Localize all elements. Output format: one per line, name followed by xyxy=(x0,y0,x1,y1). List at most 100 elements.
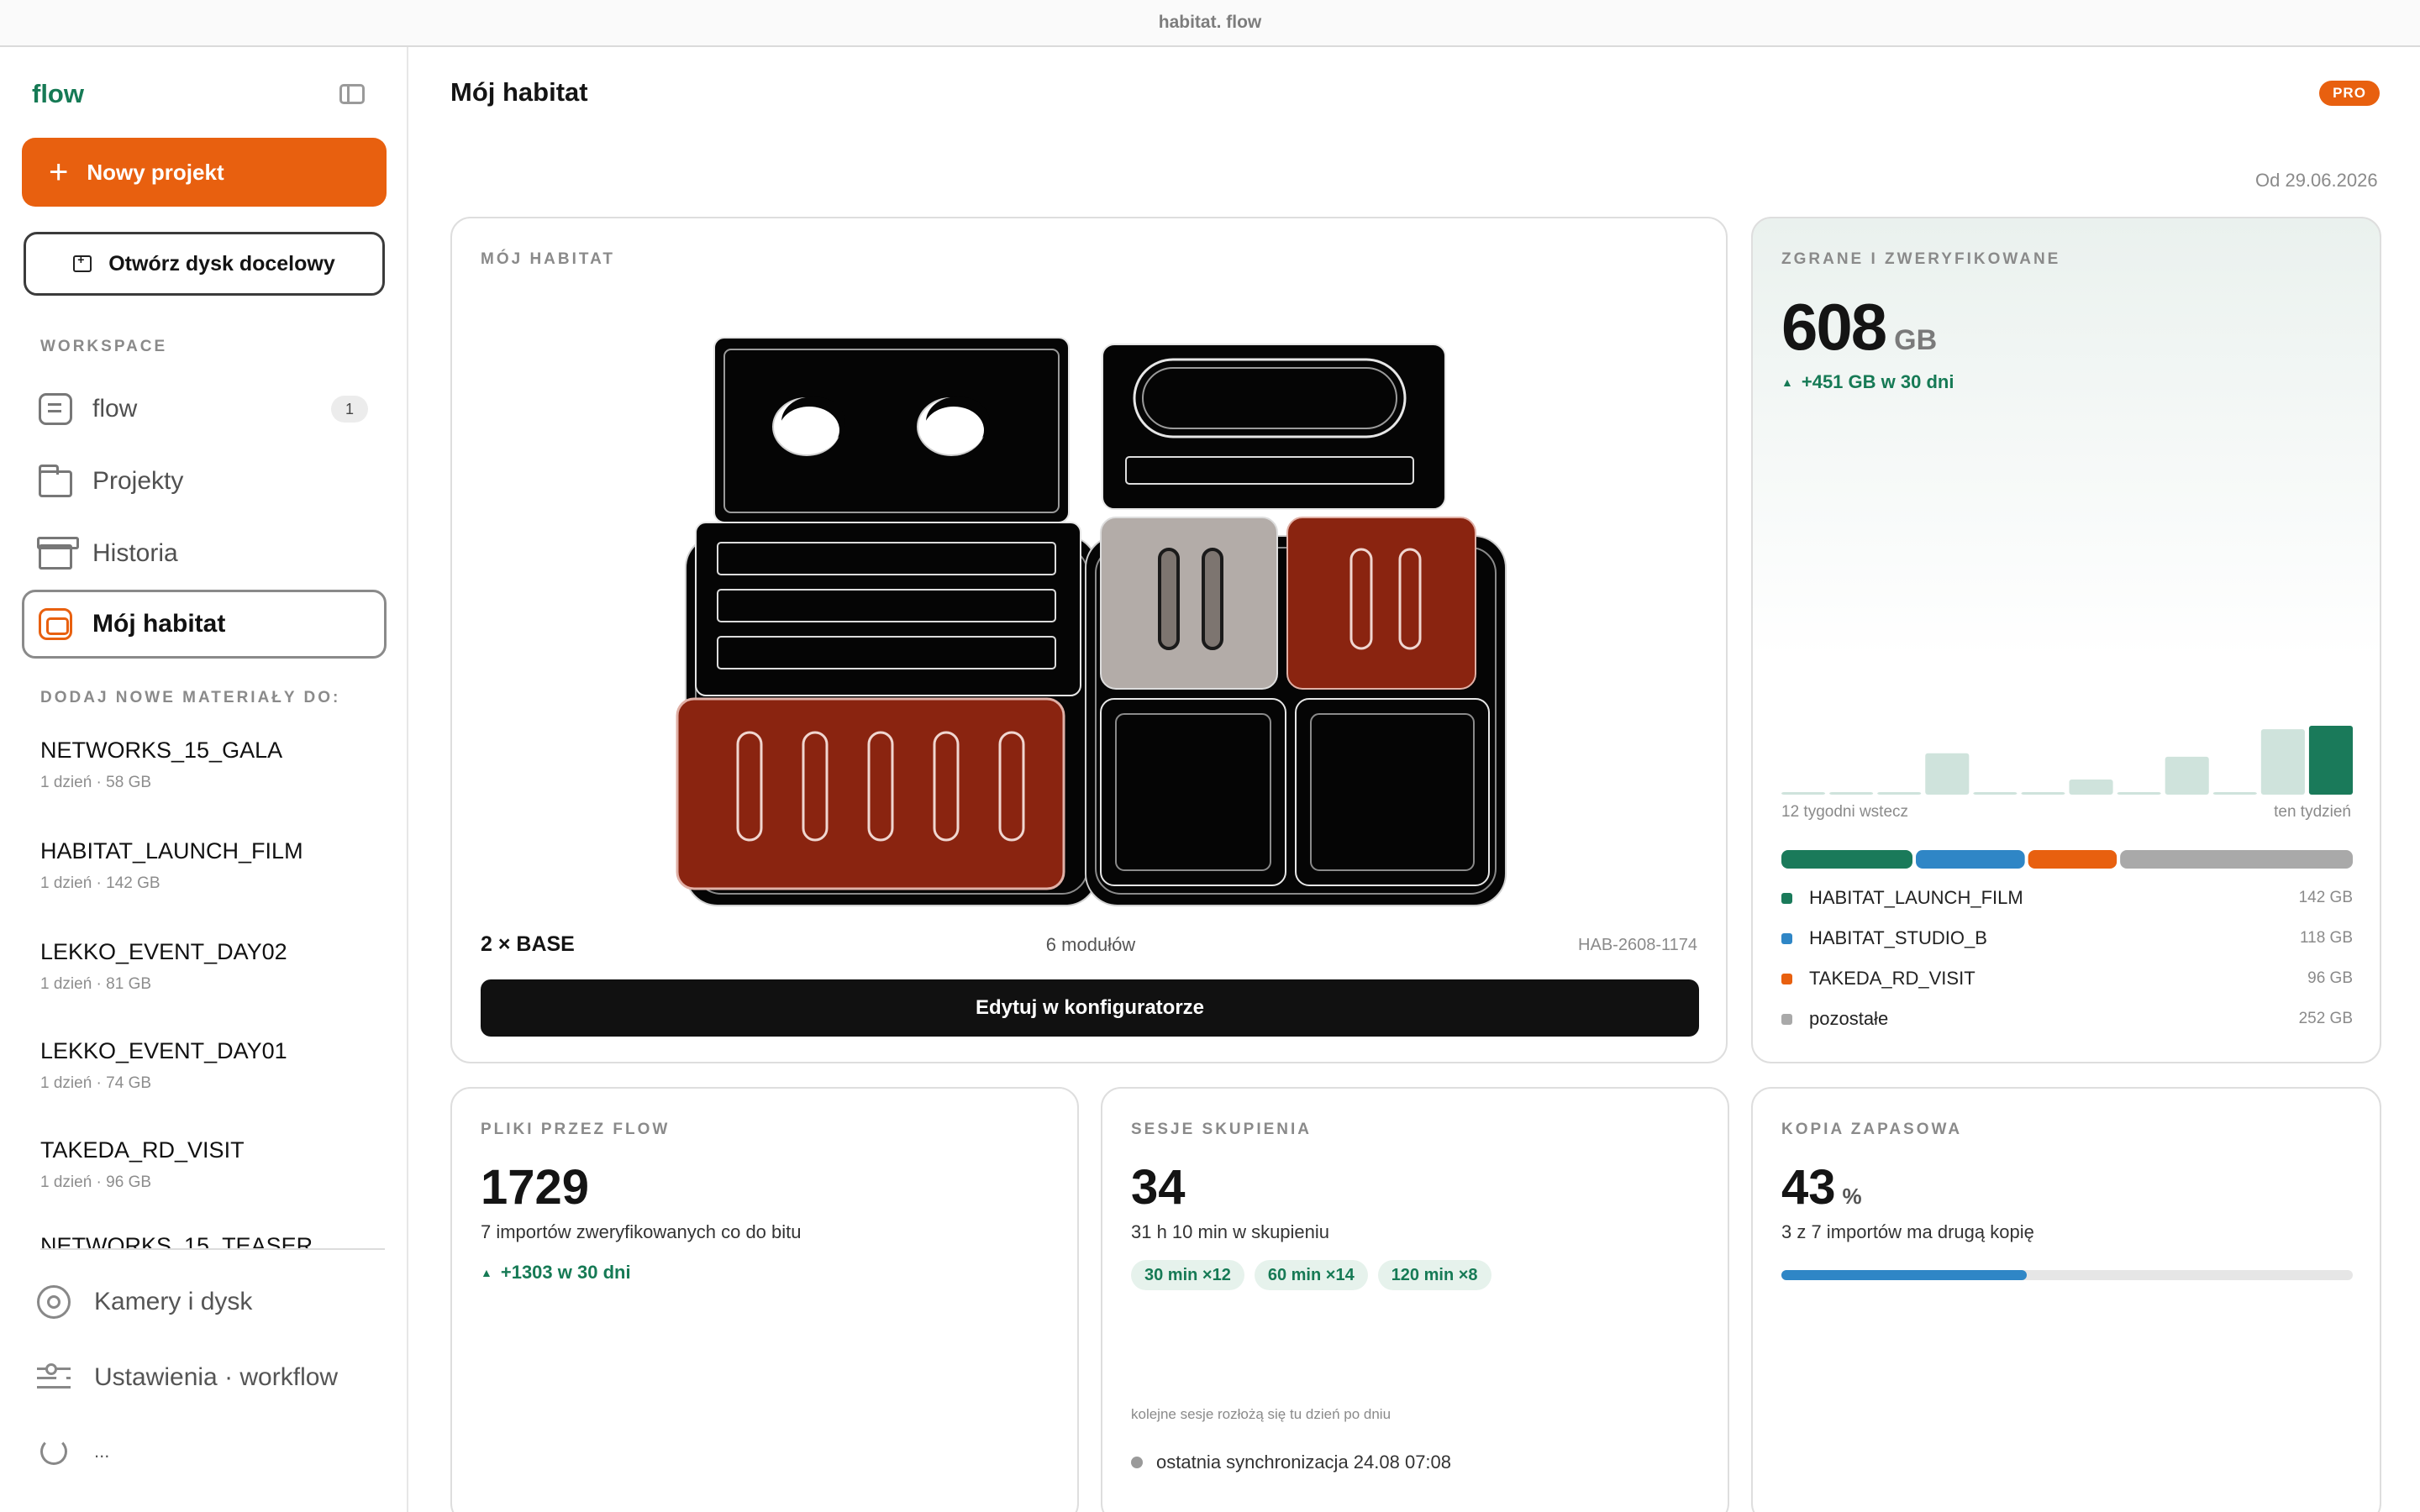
breakdown-segment xyxy=(1781,850,1913,869)
project-meta: 1 dzień · 96 GB xyxy=(40,1173,152,1191)
habitat-card: MÓJ HABITAT 2 × BASE 6 modułów HAB-2608-… xyxy=(450,217,1728,1063)
chart-end-label: ten tydzień xyxy=(2274,803,2351,821)
legend-value: 118 GB xyxy=(2299,929,2353,947)
sessions-note: kolejne sesje rozłożą się tu dzień po dn… xyxy=(1131,1406,1392,1422)
weekly-bar-chart xyxy=(1781,726,2353,795)
sessions-card: SESJE SKUPIENIA 34 31 h 10 min w skupien… xyxy=(1101,1087,1729,1512)
storage-delta: ▲ +451 GB w 30 dni xyxy=(1781,371,1954,393)
workspace-title: WORKSPACE xyxy=(40,338,168,355)
legend-dot xyxy=(1781,1013,1792,1025)
backup-progress-track xyxy=(1781,1270,2353,1280)
project-meta: 1 dzień · 58 GB xyxy=(40,774,152,791)
edit-configurator-button[interactable]: Edytuj w konfiguratorze xyxy=(481,979,1699,1037)
since-date: Od 29.06.2026 xyxy=(2255,170,2378,191)
folder-add-icon xyxy=(73,253,92,272)
module-count: 6 modułów xyxy=(1045,934,1136,955)
open-disk-label: Otwórz dysk docelowy xyxy=(108,251,335,276)
week-bar xyxy=(2212,792,2257,795)
week-bar xyxy=(2117,792,2161,795)
sidebar-item-label: Historia xyxy=(92,539,178,567)
project-item[interactable]: TAKEDA_RD_VISIT 1 dzień · 96 GB xyxy=(40,1137,245,1192)
sidebar-item-moj-habitat[interactable]: Mój habitat xyxy=(22,590,387,659)
project-item-clipped[interactable]: NETWORKS_15_TEASER xyxy=(40,1233,313,1248)
week-bar xyxy=(2260,729,2305,795)
sync-info-label: ostatnia synchronizacja 24.08 07:08 xyxy=(1156,1452,1452,1473)
sync-label: ... xyxy=(94,1441,110,1462)
archive-icon xyxy=(37,537,79,570)
card-label: ZGRANE I ZWERYFIKOWANE xyxy=(1781,250,2061,268)
sessions-value: 34 xyxy=(1131,1160,1186,1215)
legend-name: pozostałe xyxy=(1809,1008,1889,1029)
storage-value: 608 xyxy=(1781,290,1887,364)
sidebar-item-flow[interactable]: flow 1 xyxy=(22,375,387,444)
cameras-disk-label: Kamery i dysk xyxy=(94,1288,253,1315)
legend-row: HABITAT_LAUNCH_FILM 142 GB xyxy=(1781,887,2353,909)
window-title: habitat. flow xyxy=(0,0,2420,47)
week-bar xyxy=(1925,753,1970,795)
session-pills: 30 min ×12 60 min ×14 120 min ×8 xyxy=(1131,1260,1502,1290)
project-meta: 1 dzień · 74 GB xyxy=(40,1074,152,1092)
card-label: SESJE SKUPIENIA xyxy=(1131,1121,1312,1138)
legend-name: HABITAT_LAUNCH_FILM xyxy=(1809,887,2023,908)
session-pill: 60 min ×14 xyxy=(1254,1260,1368,1290)
week-bar xyxy=(1829,792,1874,795)
legend-name: HABITAT_STUDIO_B xyxy=(1809,927,1987,948)
legend-row: pozostałe 252 GB xyxy=(1781,1008,2353,1030)
cameras-disk-link[interactable]: Kamery i dysk xyxy=(37,1285,252,1319)
sidebar-item-historia[interactable]: Historia xyxy=(22,519,387,588)
legend-dot xyxy=(1781,932,1792,944)
legend-value: 252 GB xyxy=(2298,1010,2353,1027)
card-label: MÓJ HABITAT xyxy=(481,250,616,268)
session-pill: 30 min ×12 xyxy=(1131,1260,1244,1290)
count-badge: 1 xyxy=(331,396,368,423)
card-label: PLIKI PRZEZ FLOW xyxy=(481,1121,671,1138)
files-card: PLIKI PRZEZ FLOW 1729 7 importów zweryfi… xyxy=(450,1087,1079,1512)
week-bar xyxy=(2308,726,2353,795)
project-name: LEKKO_EVENT_DAY01 xyxy=(40,1038,287,1063)
sync-info: ostatnia synchronizacja 24.08 07:08 xyxy=(1131,1452,1451,1473)
new-project-button[interactable]: + Nowy projekt xyxy=(22,138,387,207)
project-item[interactable]: NETWORKS_15_GALA 1 dzień · 58 GB xyxy=(40,738,282,792)
sidebar-toggle-icon[interactable] xyxy=(339,84,365,104)
open-disk-button[interactable]: Otwórz dysk docelowy xyxy=(24,232,385,296)
sidebar-item-label: Projekty xyxy=(92,467,184,495)
files-sub: 7 importów zweryfikowanych co do bitu xyxy=(481,1221,802,1242)
page-title: Mój habitat xyxy=(450,77,588,107)
project-item[interactable]: HABITAT_LAUNCH_FILM 1 dzień · 142 GB xyxy=(40,838,303,893)
session-pill: 120 min ×8 xyxy=(1377,1260,1491,1290)
pro-badge: PRO xyxy=(2319,81,2380,106)
backup-card: KOPIA ZAPASOWA 43 % 3 z 7 importów ma dr… xyxy=(1751,1087,2381,1512)
camera-icon xyxy=(37,1285,71,1319)
project-meta: 1 dzień · 142 GB xyxy=(40,874,160,892)
files-value: 1729 xyxy=(481,1160,590,1215)
week-bar xyxy=(1781,792,1826,795)
backup-progress-fill xyxy=(1781,1270,2028,1280)
project-item[interactable]: LEKKO_EVENT_DAY02 1 dzień · 81 GB xyxy=(40,939,287,994)
sidebar-item-projekty[interactable]: Projekty xyxy=(22,447,387,516)
plus-icon: + xyxy=(49,154,69,191)
backup-value: 43 xyxy=(1781,1160,1836,1215)
files-delta-label: +1303 w 30 dni xyxy=(500,1262,631,1283)
week-bar xyxy=(1877,792,1922,795)
folder-icon xyxy=(39,465,72,497)
project-name: HABITAT_LAUNCH_FILM xyxy=(40,838,303,864)
week-bar xyxy=(2165,756,2209,795)
habitat-right-base xyxy=(1085,344,1507,906)
breakdown-segment xyxy=(2028,850,2118,869)
status-dot-icon xyxy=(1131,1457,1143,1468)
breakdown-segment xyxy=(2120,850,2353,869)
backup-sub: 3 z 7 importów ma drugą kopię xyxy=(1781,1221,2034,1242)
sync-status[interactable]: ... xyxy=(37,1438,109,1465)
habitat-left-base xyxy=(676,337,1098,906)
project-name: LEKKO_EVENT_DAY02 xyxy=(40,939,287,964)
sidebar-item-label: flow xyxy=(92,395,138,423)
legend-value: 142 GB xyxy=(2298,889,2353,906)
project-item[interactable]: LEKKO_EVENT_DAY01 1 dzień · 74 GB xyxy=(40,1038,287,1093)
settings-link[interactable]: Ustawienia · workflow xyxy=(37,1361,338,1394)
breakdown-segment xyxy=(1916,850,2025,869)
refresh-icon xyxy=(40,1438,67,1465)
divider xyxy=(40,1248,385,1250)
week-bar xyxy=(2069,779,2113,795)
new-project-label: Nowy projekt xyxy=(87,159,224,185)
storage-breakdown-bar xyxy=(1781,850,2353,869)
